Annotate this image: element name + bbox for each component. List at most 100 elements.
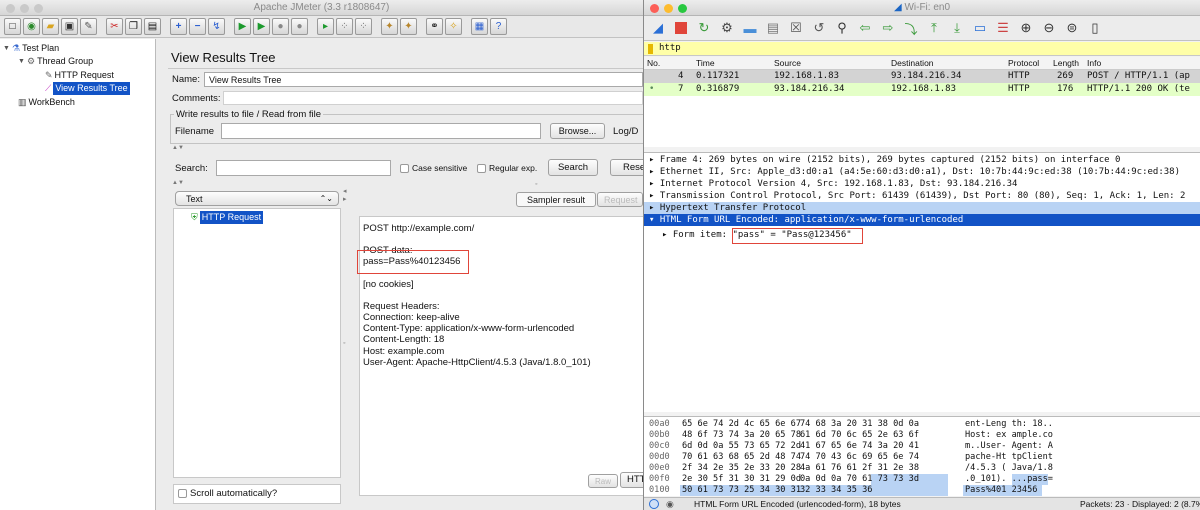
tab-request[interactable]: Request: [597, 192, 643, 207]
zoom-window-button[interactable]: [678, 4, 687, 13]
autoscroll-icon[interactable]: ▭: [970, 18, 990, 38]
reload-file-icon[interactable]: ↺: [809, 18, 829, 38]
first-packet-icon[interactable]: ⤒: [924, 18, 944, 38]
bytes-row[interactable]: 00b0 48 6f 73 74 3a 20 65 78 61 6d 70 6c…: [644, 430, 1200, 441]
browse-button[interactable]: Browse...: [550, 123, 605, 139]
minimize-window-button[interactable]: [664, 4, 673, 13]
tree-node-test-plan[interactable]: ▼ ⚗ Test Plan: [3, 42, 59, 55]
save-file-icon[interactable]: ▤: [763, 18, 783, 38]
open-folder-icon[interactable]: ▬: [740, 18, 760, 38]
find-packet-icon[interactable]: ⚲: [832, 18, 852, 38]
packet-row-selected[interactable]: 4 0.117321 192.168.1.83 93.184.216.34 HT…: [644, 70, 1200, 83]
split-handle-icon[interactable]: ▲▼: [172, 145, 184, 151]
tree-node-view-results-tree[interactable]: ⟋ View Results Tree: [45, 82, 130, 95]
tree-node-http-request[interactable]: ✎ HTTP Request: [45, 69, 114, 82]
renderer-select[interactable]: Text ⌃⌄: [175, 191, 339, 206]
colorize-icon[interactable]: ☰: [993, 18, 1013, 38]
bytes-row[interactable]: 00a0 65 6e 74 2d 4c 65 6e 67 74 68 3a 20…: [644, 419, 1200, 430]
split-arrows-icon[interactable]: ◂ ▸: [343, 188, 347, 204]
raw-tab[interactable]: Raw: [588, 474, 618, 488]
bookmark-icon[interactable]: [648, 44, 653, 54]
column-header-protocol[interactable]: Protocol: [1008, 57, 1039, 70]
case-sensitive-checkbox[interactable]: Case sensitive: [400, 163, 467, 174]
new-icon[interactable]: □: [4, 18, 21, 35]
bytes-row[interactable]: 0100 50 61 73 73 25 34 30 31 32 33 34 35…: [644, 485, 1200, 496]
stop-icon[interactable]: ●: [272, 18, 289, 35]
paste-icon[interactable]: ▤: [144, 18, 161, 35]
help-icon[interactable]: ?: [490, 18, 507, 35]
bytes-row[interactable]: 00d0 70 61 63 68 65 2d 48 74 74 70 43 6c…: [644, 452, 1200, 463]
start-capture-icon[interactable]: ◢: [648, 18, 668, 38]
column-header-destination[interactable]: Destination: [891, 57, 934, 70]
detail-row-http[interactable]: ▸ Hypertext Transfer Protocol: [644, 202, 1200, 214]
split-handle-icon[interactable]: ▲▼: [172, 180, 184, 186]
search-binoculars-icon[interactable]: ⚭: [426, 18, 443, 35]
expand-arrow-icon[interactable]: ▼: [18, 55, 25, 68]
collapse-icon[interactable]: −: [189, 18, 206, 35]
search-input[interactable]: [216, 160, 391, 176]
column-header-length[interactable]: Length: [1053, 57, 1079, 70]
expand-triangle-icon[interactable]: ▸: [649, 155, 660, 165]
column-header-info[interactable]: Info: [1087, 57, 1101, 70]
toggle-icon[interactable]: ↯: [208, 18, 225, 35]
detail-row-form-encoded-selected[interactable]: ▾ HTML Form URL Encoded: application/x-w…: [644, 214, 1200, 226]
detail-row-ethernet[interactable]: ▸ Ethernet II, Src: Apple_d3:d0:a1 (a4:5…: [644, 166, 1200, 178]
close-window-button[interactable]: [650, 4, 659, 13]
checkbox-box[interactable]: [477, 164, 486, 174]
display-filter-input[interactable]: http: [644, 42, 1200, 56]
search-button[interactable]: Search: [548, 159, 598, 176]
save-icon[interactable]: ▣: [61, 18, 78, 35]
result-item-http-request[interactable]: ⛨ HTTP Request: [191, 211, 264, 224]
shutdown-icon[interactable]: ●: [291, 18, 308, 35]
restart-capture-icon[interactable]: ↻: [694, 18, 714, 38]
tree-node-workbench[interactable]: ▥ WorkBench: [18, 96, 75, 109]
detail-row-ip[interactable]: ▸ Internet Protocol Version 4, Src: 192.…: [644, 178, 1200, 190]
remote-stop-icon[interactable]: ⁘: [336, 18, 353, 35]
expand-triangle-icon[interactable]: ▸: [649, 167, 660, 177]
last-packet-icon[interactable]: ⤓: [947, 18, 967, 38]
go-forward-icon[interactable]: ⇨: [878, 18, 898, 38]
expand-triangle-icon[interactable]: ▸: [662, 230, 673, 240]
copy-icon[interactable]: ❐: [125, 18, 142, 35]
cut-icon[interactable]: ✂: [106, 18, 123, 35]
start-icon[interactable]: ▶: [234, 18, 251, 35]
capture-options-icon[interactable]: ⚙: [717, 18, 737, 38]
close-window-button[interactable]: [6, 4, 15, 13]
regular-exp-checkbox[interactable]: Regular exp.: [477, 163, 537, 174]
clear-all-icon[interactable]: ✦: [400, 18, 417, 35]
resize-columns-icon[interactable]: ▯: [1085, 18, 1105, 38]
remote-start-icon[interactable]: ▸: [317, 18, 334, 35]
bytes-row[interactable]: 00c0 6d 0d 0a 55 73 65 72 2d 41 67 65 6e…: [644, 441, 1200, 452]
zoom-out-icon[interactable]: ⊖: [1039, 18, 1059, 38]
filename-field[interactable]: [221, 123, 541, 139]
close-file-icon[interactable]: ☒: [786, 18, 806, 38]
name-field[interactable]: View Results Tree: [204, 72, 643, 87]
comments-field[interactable]: [223, 91, 643, 105]
zoom-window-button[interactable]: [34, 4, 43, 13]
detail-row-frame[interactable]: ▸ Frame 4: 269 bytes on wire (2152 bits)…: [644, 154, 1200, 166]
start-no-pauses-icon[interactable]: ▶: [253, 18, 270, 35]
split-dot-icon[interactable]: ◦: [535, 181, 537, 188]
zoom-in-icon[interactable]: ⊕: [1016, 18, 1036, 38]
column-header-no[interactable]: No.: [647, 57, 660, 70]
checkbox-box[interactable]: [178, 488, 187, 498]
templates-icon[interactable]: ◉: [23, 18, 40, 35]
expand-triangle-icon[interactable]: ▸: [649, 179, 660, 189]
expert-info-icon[interactable]: [649, 499, 659, 509]
expand-icon[interactable]: +: [170, 18, 187, 35]
scroll-automatically-checkbox[interactable]: Scroll automatically?: [178, 488, 277, 499]
tree-node-thread-group[interactable]: ▼ ⚙ Thread Group: [18, 55, 93, 68]
normal-size-icon[interactable]: ⊜: [1062, 18, 1082, 38]
split-dot-icon[interactable]: ◦: [343, 340, 345, 347]
open-icon[interactable]: ▰: [42, 18, 59, 35]
stop-capture-icon[interactable]: [671, 18, 691, 38]
detail-row-form-item[interactable]: ▸ Form item: "pass" = "Pass@123456": [644, 229, 1200, 241]
bytes-row[interactable]: 00e0 2f 34 2e 35 2e 33 20 28 4a 61 76 61…: [644, 463, 1200, 474]
function-helper-icon[interactable]: ▦: [471, 18, 488, 35]
expand-triangle-icon[interactable]: ▸: [649, 191, 660, 201]
checkbox-box[interactable]: [400, 164, 409, 174]
go-to-packet-icon[interactable]: ⤵: [901, 18, 921, 38]
remote-shutdown-icon[interactable]: ⁘: [355, 18, 372, 35]
collapse-triangle-icon[interactable]: ▾: [649, 215, 660, 225]
expand-triangle-icon[interactable]: ▸: [649, 203, 660, 213]
